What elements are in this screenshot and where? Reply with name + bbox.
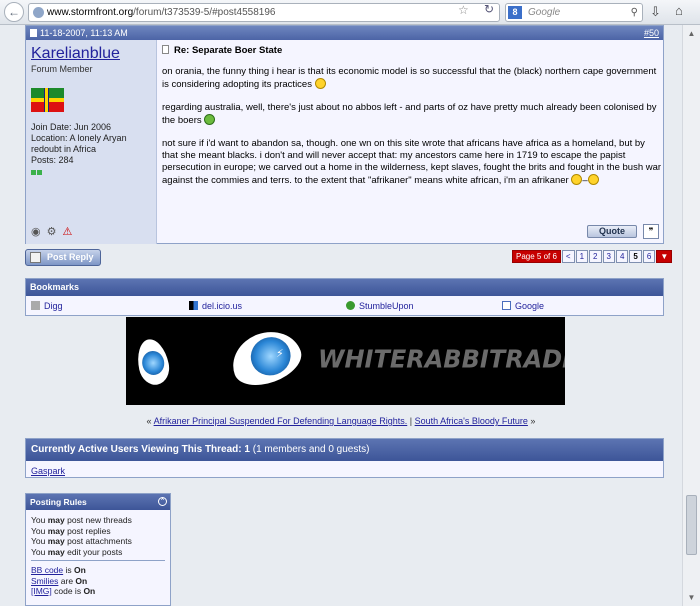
- post-icon: [30, 29, 37, 37]
- user-icons: ◉⚙⚠: [31, 225, 78, 238]
- banner-text: WHITERABBITRADIO.NET: [318, 344, 565, 374]
- bookmark-digg[interactable]: Digg: [31, 301, 63, 311]
- active-users-panel: Currently Active Users Viewing This Thre…: [25, 438, 664, 478]
- browser-toolbar: ← www.stormfront.org/forum/t373539-5/#po…: [0, 0, 700, 25]
- bookmarks-title: Bookmarks: [26, 279, 663, 296]
- page-menu-icon[interactable]: ▼: [656, 250, 673, 263]
- active-user-link[interactable]: Gaspark: [31, 466, 65, 476]
- reload-icon[interactable]: ↻: [484, 2, 494, 16]
- post-reply-button[interactable]: Post Reply: [25, 249, 101, 266]
- post-paragraph: regarding australia, well, there's just …: [162, 102, 657, 126]
- stumbleupon-icon: [346, 301, 355, 310]
- post-paragraph: not sure if i'd want to abandon sa, thou…: [162, 138, 662, 186]
- google-icon: [502, 301, 511, 310]
- thread-navigation: « Afrikaner Principal Suspended For Defe…: [146, 416, 536, 426]
- active-users-title: Currently Active Users Viewing This Thre…: [26, 439, 663, 461]
- page-link-1[interactable]: 1: [575, 250, 589, 263]
- rule-item: You may post replies: [31, 525, 111, 536]
- post-title: Re: Separate Boer State: [162, 45, 662, 57]
- bookmark-stumbleupon[interactable]: StumbleUpon: [346, 301, 414, 311]
- rule-item: You may post attachments: [31, 536, 132, 546]
- next-thread-link[interactable]: South Africa's Bloody Future: [415, 416, 528, 426]
- posting-rules-panel: Posting Rules ⌃ You may post new threads…: [25, 493, 171, 606]
- bookmarks-panel: Bookmarks Digg del.icio.us StumbleUpon G…: [25, 278, 664, 316]
- scroll-thumb[interactable]: [686, 495, 697, 555]
- bookmark-star-icon[interactable]: ☆: [458, 3, 469, 17]
- img-code-link[interactable]: [IMG]: [31, 586, 52, 596]
- reputation-icon: [31, 167, 151, 178]
- cool-smiley-icon: [571, 174, 583, 185]
- post-title-icon: [162, 45, 169, 54]
- delicious-icon: [189, 301, 198, 310]
- digg-icon: [31, 301, 40, 310]
- join-date: Join Date: Jun 2006: [31, 122, 112, 132]
- collapse-icon[interactable]: ⌃: [158, 497, 167, 506]
- cool-smiley-icon: [587, 174, 599, 185]
- flag-icon: [31, 88, 64, 112]
- divider: [31, 560, 165, 561]
- smilies-link[interactable]: Smilies: [31, 576, 58, 586]
- multiquote-icon[interactable]: ❞: [643, 224, 659, 239]
- post-user-panel: Karelianblue Forum Member Join Date: Jun…: [26, 40, 157, 244]
- code-rule: BB code is On: [31, 565, 86, 575]
- address-bar[interactable]: www.stormfront.org/forum/t373539-5/#post…: [28, 3, 500, 22]
- post-date: 11-18-2007, 11:13 AM: [40, 28, 128, 38]
- back-button[interactable]: ←: [4, 2, 24, 22]
- posting-rules-title: Posting Rules ⌃: [26, 494, 170, 510]
- prev-thread-link[interactable]: Afrikaner Principal Suspended For Defend…: [154, 416, 408, 426]
- search-engine-icon[interactable]: 8: [508, 6, 522, 19]
- page-link-5-current: 5: [629, 250, 642, 263]
- profile-icon[interactable]: ⚙: [47, 226, 63, 238]
- url-host: www.stormfront.org: [47, 7, 134, 18]
- home-icon[interactable]: ⌂: [675, 3, 683, 18]
- page-link-2[interactable]: 2: [589, 250, 602, 263]
- user-location: Location: A lonely Aryan redoubt in Afri…: [31, 133, 127, 154]
- rule-item: You may post new threads: [31, 515, 132, 525]
- download-icon[interactable]: ⇩: [650, 4, 661, 20]
- page-link-4[interactable]: 4: [615, 250, 629, 263]
- page-of-label[interactable]: Page 5 of 6: [512, 250, 561, 263]
- bbcode-link[interactable]: BB code: [31, 565, 63, 575]
- grin-smiley-icon: [314, 78, 326, 89]
- post-paragraph: on orania, the funny thing i hear is tha…: [162, 66, 657, 90]
- page-link-3[interactable]: 3: [602, 250, 615, 263]
- search-placeholder: Google: [528, 7, 561, 18]
- page-link-6[interactable]: 6: [642, 250, 656, 263]
- search-input[interactable]: 8 Google ⚲: [505, 3, 643, 22]
- post-header: 11-18-2007, 11:13 AM #50: [26, 26, 663, 40]
- post-number-link[interactable]: #50: [644, 26, 659, 40]
- search-go-icon[interactable]: ⚲: [631, 4, 638, 21]
- banner-ad[interactable]: ⚡ WHITERABBITRADIO.NET: [126, 317, 565, 405]
- code-rule: [IMG] code is On: [31, 586, 96, 596]
- pagination: Page 5 of 6 < 1 2 3 4 5 6 ▼: [512, 250, 673, 263]
- post-count: Posts: 284: [31, 155, 74, 165]
- forum-post: 11-18-2007, 11:13 AM #50 Karelianblue Fo…: [25, 25, 664, 244]
- green-smiley-icon: [204, 114, 216, 125]
- url-path: /forum/t373539-5/#post4558196: [133, 7, 276, 18]
- lightning-icon: ⚡: [276, 348, 284, 360]
- user-title: Forum Member: [31, 64, 93, 74]
- reply-icon: [30, 252, 41, 263]
- scroll-up-icon[interactable]: ▲: [683, 25, 700, 42]
- scroll-down-icon[interactable]: ▼: [683, 589, 700, 606]
- bookmark-delicious[interactable]: del.icio.us: [189, 301, 242, 311]
- vertical-scrollbar[interactable]: ▲ ▼: [682, 25, 700, 606]
- site-identity-icon[interactable]: [33, 7, 44, 18]
- username-link[interactable]: Karelianblue: [31, 45, 151, 63]
- code-rule: Smilies are On: [31, 575, 88, 586]
- quote-button[interactable]: Quote: [587, 225, 637, 238]
- offline-status-icon: ◉: [31, 226, 47, 238]
- bookmark-google[interactable]: Google: [502, 301, 544, 311]
- eye-right-icon: [224, 322, 308, 394]
- post-body: Re: Separate Boer State on orania, the f…: [162, 45, 662, 198]
- eye-left-icon: [133, 336, 173, 388]
- rule-item: You may edit your posts: [31, 546, 123, 557]
- report-icon[interactable]: ⚠: [62, 226, 78, 238]
- prev-page-link[interactable]: <: [561, 250, 575, 263]
